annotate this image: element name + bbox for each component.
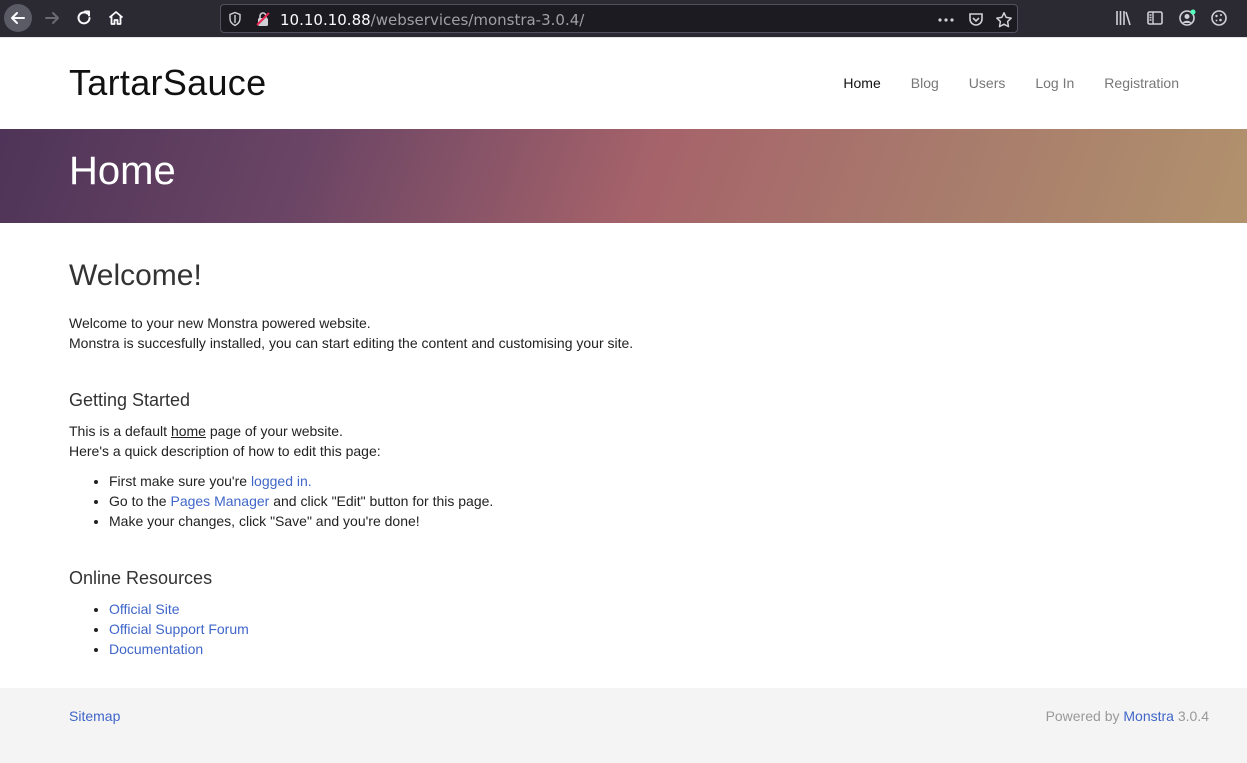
account-icon[interactable] bbox=[1178, 9, 1196, 27]
nav-registration[interactable]: Registration bbox=[1104, 75, 1179, 91]
welcome-heading: Welcome! bbox=[69, 259, 202, 292]
bookmark-star-icon[interactable] bbox=[995, 11, 1013, 29]
insecure-lock-icon[interactable] bbox=[255, 11, 271, 27]
nav-users[interactable]: Users bbox=[969, 75, 1006, 91]
arrow-right-icon bbox=[45, 12, 59, 24]
url-text[interactable]: 10.10.10.88/webservices/monstra-3.0.4/ bbox=[280, 11, 584, 29]
powered-by-text: Powered by bbox=[1045, 708, 1124, 724]
welcome-line-2: Monstra is succesfully installed, you ca… bbox=[69, 335, 634, 351]
address-bar[interactable]: 10.10.10.88/webservices/monstra-3.0.4/ bbox=[220, 4, 1018, 33]
back-button[interactable] bbox=[4, 4, 32, 32]
online-resources-heading: Online Resources bbox=[69, 568, 213, 588]
home-term: home bbox=[170, 423, 206, 439]
list-item: Official Site bbox=[109, 599, 1169, 619]
url-path: /webservices/monstra-3.0.4/ bbox=[370, 11, 585, 29]
list-item: First make sure you're logged in. bbox=[109, 471, 1169, 491]
home-button[interactable] bbox=[102, 4, 130, 32]
resources-list: Official Site Official Support Forum Doc… bbox=[109, 599, 1169, 659]
gs-text-post: page of your website. bbox=[205, 423, 343, 439]
site-footer: Sitemap Powered by Monstra 3.0.4 bbox=[0, 688, 1247, 763]
library-icon[interactable] bbox=[1114, 9, 1132, 27]
getting-started-line-2: Here's a quick description of how to edi… bbox=[69, 443, 381, 459]
support-forum-link[interactable]: Official Support Forum bbox=[109, 621, 249, 637]
site-nav: Home Blog Users Log In Registration bbox=[813, 75, 1179, 91]
step-2-text-pre: Go to the bbox=[109, 493, 171, 509]
browser-toolbar: 10.10.10.88/webservices/monstra-3.0.4/ bbox=[0, 0, 1247, 37]
getting-started-heading: Getting Started bbox=[69, 390, 191, 410]
cookie-extension-icon[interactable] bbox=[1210, 9, 1228, 27]
list-item: Go to the Pages Manager and click "Edit"… bbox=[109, 491, 1169, 511]
step-2-text-post: and click "Edit" button for this page. bbox=[269, 493, 494, 509]
official-site-link[interactable]: Official Site bbox=[109, 601, 180, 617]
site-header: TartarSauce Home Blog Users Log In Regis… bbox=[0, 37, 1247, 129]
nav-home[interactable]: Home bbox=[843, 75, 880, 91]
pocket-icon[interactable] bbox=[967, 11, 985, 29]
step-1-text: First make sure you're bbox=[109, 473, 251, 489]
pages-manager-link[interactable]: Pages Manager bbox=[170, 493, 269, 509]
getting-started-line-1: This is a default home page of your webs… bbox=[69, 421, 1169, 441]
site-brand[interactable]: TartarSauce bbox=[69, 62, 266, 104]
reload-icon bbox=[77, 10, 91, 25]
reload-button[interactable] bbox=[70, 4, 98, 32]
logged-in-link[interactable]: logged in. bbox=[251, 473, 312, 489]
list-item: Make your changes, click "Save" and you'… bbox=[109, 511, 1169, 531]
forward-button[interactable] bbox=[38, 4, 66, 32]
list-item: Official Support Forum bbox=[109, 619, 1169, 639]
shield-icon[interactable] bbox=[227, 11, 243, 27]
list-item: Documentation bbox=[109, 639, 1169, 659]
gs-text-pre: This is a default bbox=[69, 423, 171, 439]
url-host: 10.10.10.88 bbox=[280, 11, 371, 29]
more-options-icon[interactable] bbox=[937, 11, 955, 29]
welcome-line-1: Welcome to your new Monstra powered webs… bbox=[69, 315, 371, 331]
hero-title: Home bbox=[69, 149, 176, 193]
powered-by: Powered by Monstra 3.0.4 bbox=[1046, 708, 1209, 724]
sitemap-link[interactable]: Sitemap bbox=[69, 708, 120, 724]
documentation-link[interactable]: Documentation bbox=[109, 641, 203, 657]
arrow-left-icon bbox=[11, 12, 25, 24]
monstra-link[interactable]: Monstra bbox=[1123, 708, 1174, 724]
main-content: Welcome! Welcome to your new Monstra pow… bbox=[69, 258, 1169, 659]
nav-log-in[interactable]: Log In bbox=[1035, 75, 1074, 91]
version-text: 3.0.4 bbox=[1173, 708, 1209, 724]
steps-list: First make sure you're logged in. Go to … bbox=[109, 471, 1169, 531]
hero-banner: Home bbox=[0, 129, 1247, 223]
home-icon bbox=[108, 11, 124, 25]
sidebar-icon[interactable] bbox=[1146, 9, 1164, 27]
nav-blog[interactable]: Blog bbox=[911, 75, 939, 91]
